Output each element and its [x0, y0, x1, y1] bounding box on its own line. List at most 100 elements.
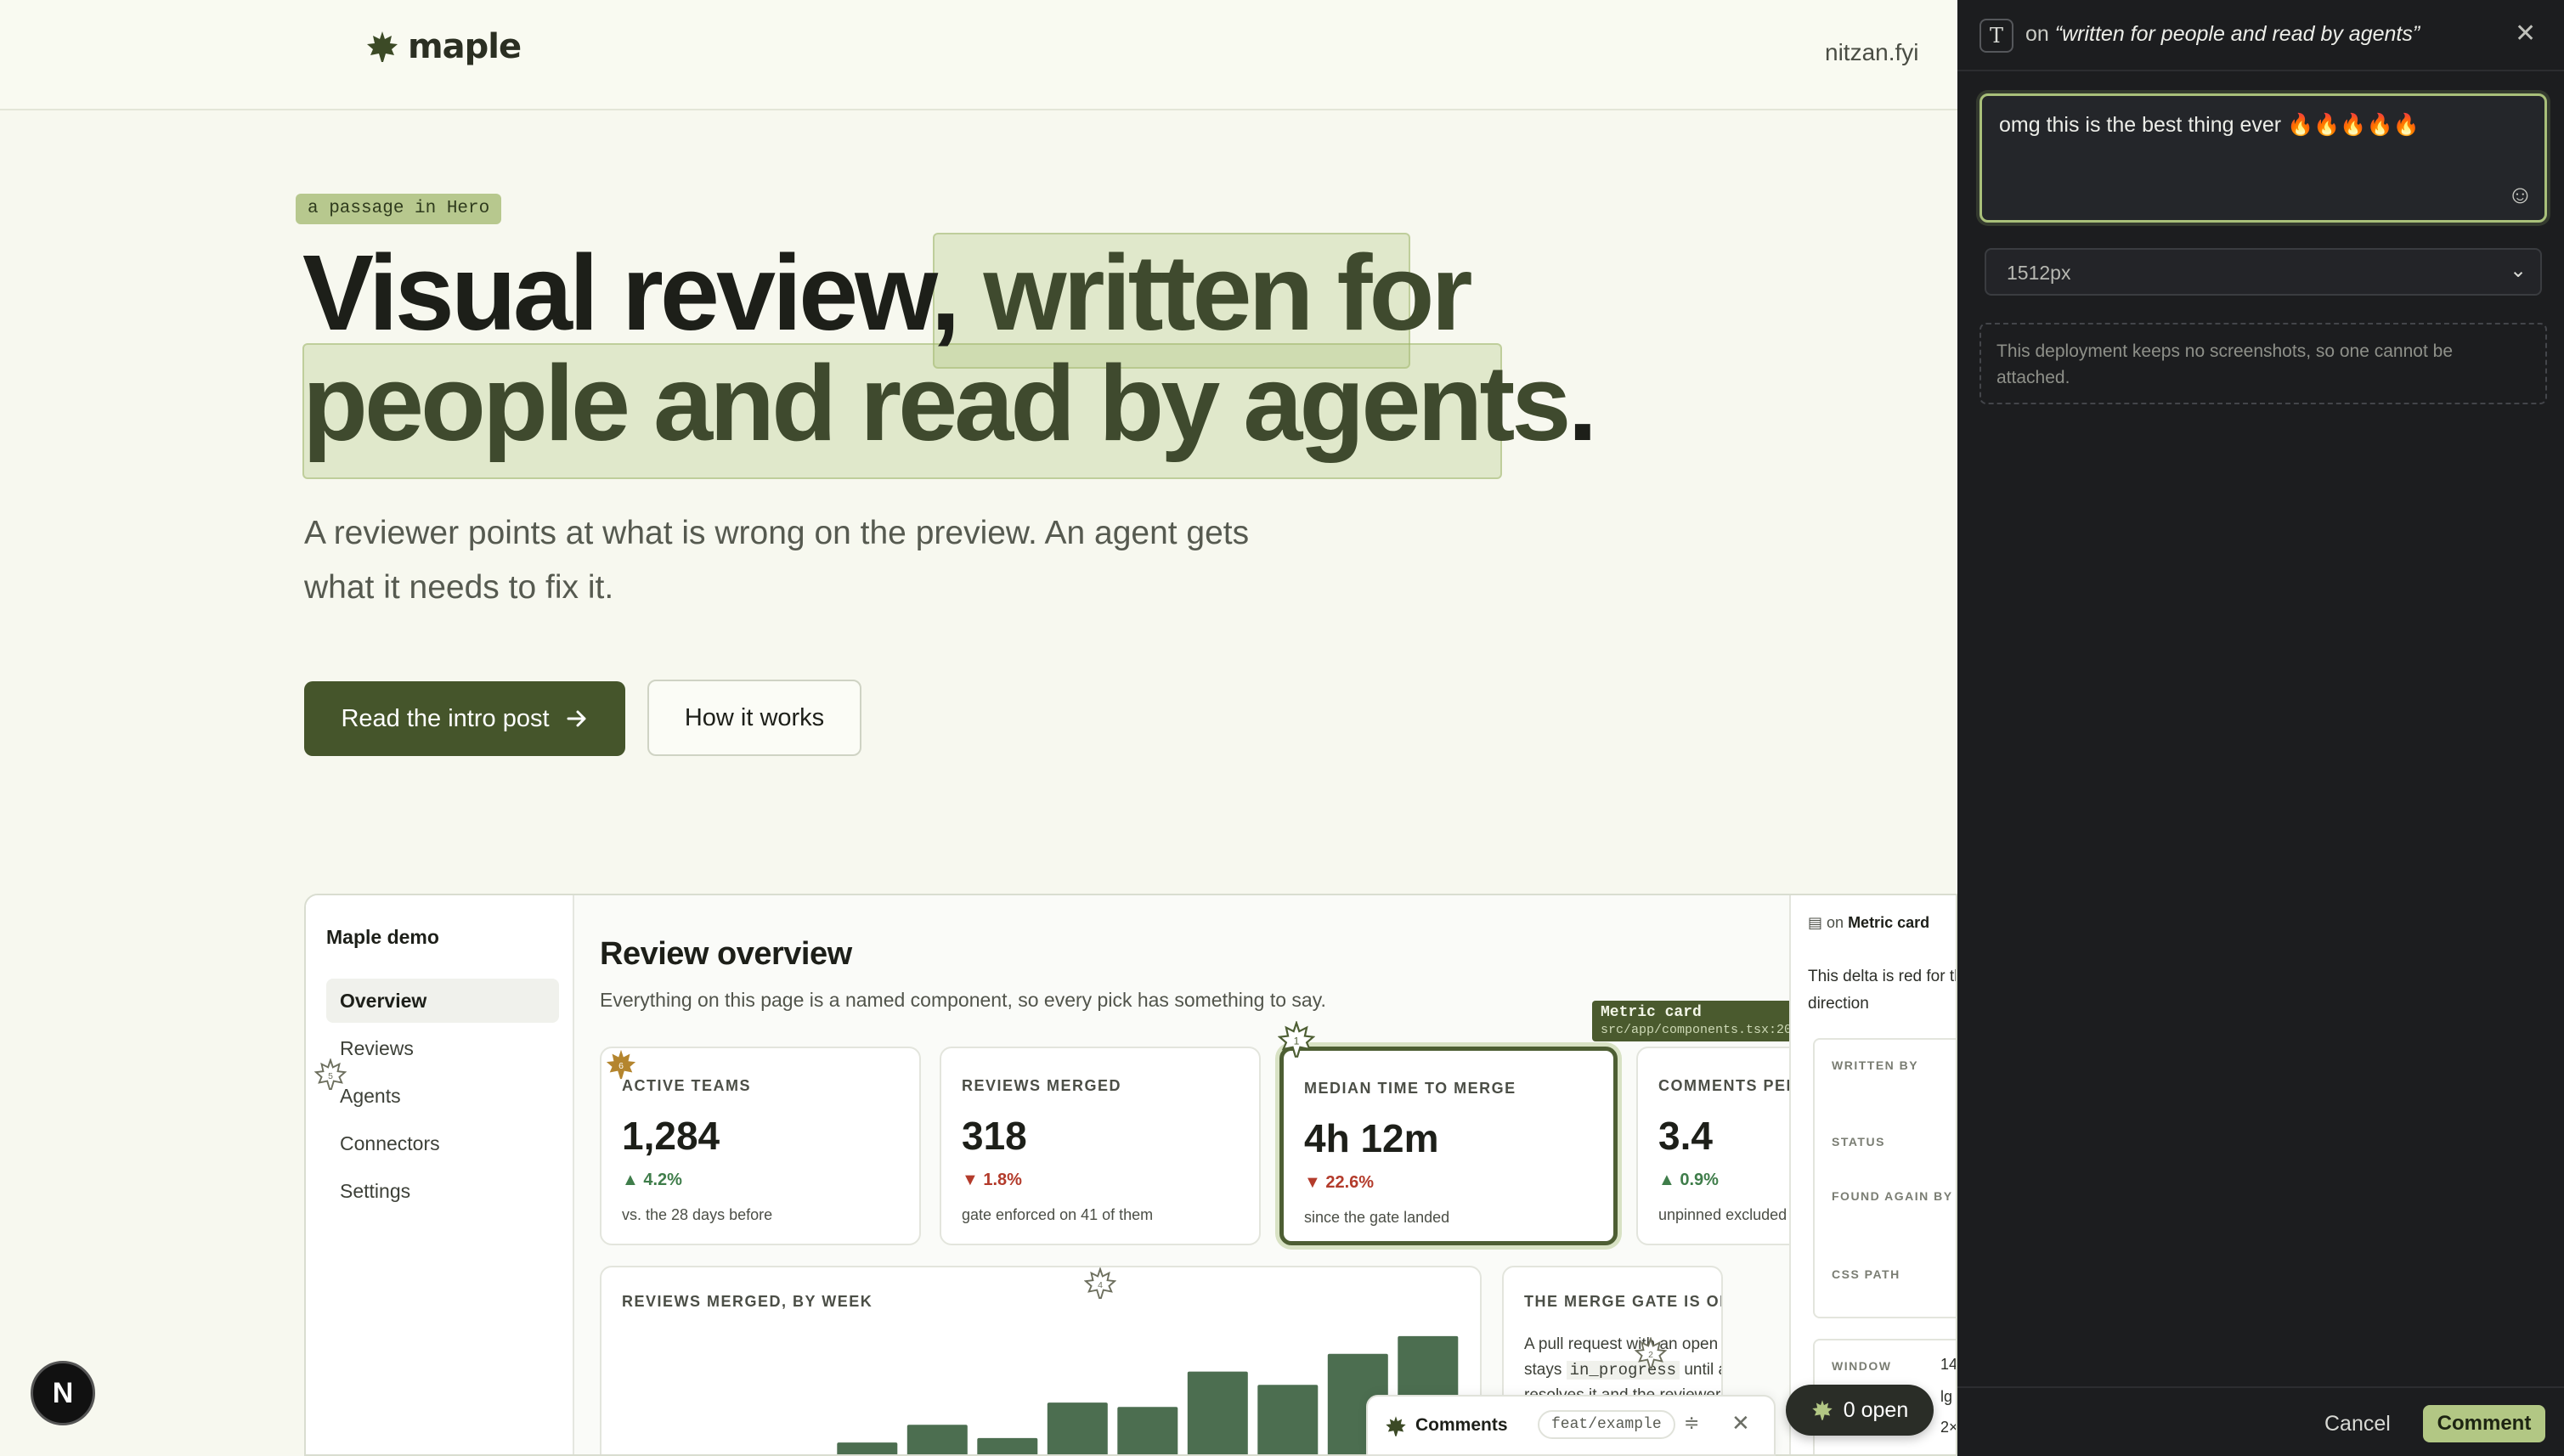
no-screenshot-notice: This deployment keeps no screenshots, so…	[1979, 323, 2547, 404]
how-it-works-button[interactable]: How it works	[647, 680, 861, 756]
comment-marker-4[interactable]: 4	[1083, 1266, 1117, 1304]
triangle-down-icon: ▼	[1304, 1173, 1326, 1192]
hero-title-plain: Visual review,	[302, 233, 984, 353]
viewport-select-value: 1512px	[2007, 262, 2071, 284]
metric-note: unpinned excluded	[1658, 1206, 1787, 1223]
nav-item-reviews[interactable]: Reviews	[326, 1026, 559, 1070]
metric-note: vs. the 28 days before	[622, 1206, 773, 1223]
settings-sliders-icon[interactable]: ≑	[1684, 1412, 1699, 1434]
metric-card-active-teams[interactable]: ACTIVE TEAMS 1,284 ▲ 4.2% vs. the 28 day…	[600, 1047, 921, 1245]
marker-number: 4	[1098, 1281, 1103, 1290]
emoji-icon[interactable]: ☺	[2507, 181, 2533, 210]
hero-title-highlight-1: written for	[983, 233, 1473, 353]
overview-subtitle: Everything on this page is a named compo…	[600, 989, 1326, 1011]
nav-item-connectors[interactable]: Connectors	[326, 1121, 559, 1165]
chart-bar	[977, 1437, 1038, 1454]
chart-bar	[906, 1425, 968, 1454]
metric-delta-value: 4.2%	[643, 1171, 682, 1189]
maple-leaf-icon: 5	[313, 1057, 347, 1091]
comment-text: omg this is the best thing ever 🔥🔥🔥🔥🔥	[1999, 113, 2420, 137]
metric-label: COMMENTS PER	[1658, 1077, 1799, 1094]
next-dev-badge[interactable]: N	[31, 1361, 95, 1425]
metric-delta: ▼ 22.6%	[1304, 1173, 1374, 1193]
composer-quoted-text: “written for people and read by agents”	[2054, 22, 2420, 46]
tooltip-title: Metric card	[1601, 1004, 1702, 1021]
marker-number: 5	[328, 1072, 333, 1081]
inner-comment-panel: ▤ on Metric card This delta is red for t…	[1789, 895, 1957, 1454]
chart-bar	[837, 1442, 898, 1454]
chart-title: REVIEWS MERGED, BY WEEK	[622, 1293, 873, 1310]
branch-pill: feat/example	[1538, 1410, 1675, 1439]
triangle-up-icon: ▲	[1658, 1171, 1680, 1189]
inner-comment-text: This delta is red for the good direction	[1808, 968, 1956, 1013]
comment-marker-6[interactable]: 6	[605, 1048, 637, 1085]
maple-logo[interactable]: maple	[365, 27, 522, 66]
maple-leaf-icon: 1	[1277, 1019, 1316, 1058]
hero-title[interactable]: Visual review, written for people and rea…	[302, 238, 1628, 459]
metric-delta-value: 0.9%	[1680, 1171, 1719, 1189]
metric-value: 1,284	[622, 1114, 720, 1158]
marker-number: 6	[618, 1062, 624, 1071]
metric-note: gate enforced on 41 of them	[962, 1206, 1154, 1223]
meta-css-path: CSS PATH	[1832, 1267, 1900, 1281]
submit-comment-button[interactable]: Comment	[2423, 1405, 2545, 1442]
maple-leaf-icon: 4	[1083, 1266, 1117, 1300]
demo-window: Maple demo Overview Reviews Agents Conne…	[304, 894, 1957, 1456]
cancel-button[interactable]: Cancel	[2324, 1412, 2391, 1436]
metric-delta-value: 22.6%	[1325, 1173, 1375, 1192]
triangle-down-icon: ▼	[962, 1171, 984, 1189]
chart-bar	[1047, 1402, 1108, 1454]
composer-header: T on “written for people and read by age…	[1957, 0, 2564, 71]
chart-bar	[1117, 1407, 1178, 1454]
metric-value: 318	[962, 1114, 1027, 1158]
marker-number: 2	[1648, 1351, 1653, 1360]
meta-window-value: 14	[1940, 1356, 1957, 1373]
viewport-select[interactable]: 1512px ⌄	[1985, 248, 2542, 296]
comments-bar[interactable]: Comments feat/example ≑ ✕	[1366, 1395, 1776, 1456]
reviews-by-week-chart[interactable]: REVIEWS MERGED, BY WEEK	[600, 1266, 1482, 1454]
nav-item-agents[interactable]: Agents	[326, 1074, 559, 1118]
open-comments-pill[interactable]: 0 open	[1786, 1385, 1934, 1436]
read-intro-button[interactable]: Read the intro post	[304, 681, 625, 756]
metric-delta: ▲ 4.2%	[622, 1171, 682, 1190]
metric-label: ACTIVE TEAMS	[622, 1077, 752, 1094]
nav-item-settings[interactable]: Settings	[326, 1169, 559, 1213]
open-count: 0 open	[1843, 1397, 1909, 1422]
metric-label: REVIEWS MERGED	[962, 1077, 1122, 1094]
inner-on-label: on	[1827, 914, 1844, 931]
close-icon[interactable]: ✕	[2515, 19, 2536, 48]
marker-number: 1	[1294, 1036, 1300, 1047]
maple-leaf-icon	[1812, 1400, 1833, 1420]
metric-label: MEDIAN TIME TO MERGE	[1304, 1080, 1516, 1097]
tooltip-path: src/app/components.tsx:20:5	[1601, 1023, 1808, 1037]
metric-card-median-time-selected[interactable]: MEDIAN TIME TO MERGE 4h 12m ▼ 22.6% sinc…	[1279, 1047, 1618, 1245]
composer-on-label: on	[2025, 22, 2049, 46]
metric-delta-value: 1.8%	[983, 1171, 1022, 1189]
read-intro-label: Read the intro post	[341, 704, 550, 732]
metric-delta: ▲ 0.9%	[1658, 1171, 1719, 1190]
overview-title: Review overview	[600, 936, 852, 972]
close-icon[interactable]: ✕	[1731, 1410, 1750, 1436]
composer-footer: Cancel Comment	[1957, 1386, 2564, 1456]
component-tooltip: Metric card src/app/components.tsx:20:5	[1592, 1001, 1807, 1041]
hero-title-highlight-2: people and read by agents	[302, 343, 1571, 463]
comment-marker-5[interactable]: 5	[313, 1057, 347, 1095]
hero-title-end: .	[1567, 343, 1597, 463]
demo-sidebar: Maple demo Overview Reviews Agents Conne…	[306, 895, 574, 1454]
demo-app-name: Maple demo	[326, 926, 439, 948]
inner-target: Metric card	[1848, 914, 1930, 931]
metric-value: 4h 12m	[1304, 1116, 1439, 1160]
site-link[interactable]: nitzan.fyi	[1825, 39, 1919, 66]
metric-value: 3.4	[1658, 1114, 1713, 1158]
nav-item-overview[interactable]: Overview	[326, 979, 559, 1023]
chevron-down-icon: ⌄	[2510, 259, 2527, 282]
metric-card-reviews-merged[interactable]: REVIEWS MERGED 318 ▼ 1.8% gate enforced …	[940, 1047, 1261, 1245]
chart-bar	[1257, 1385, 1319, 1454]
comment-marker-1[interactable]: 1	[1277, 1019, 1316, 1063]
comment-textarea[interactable]: omg this is the best thing ever 🔥🔥🔥🔥🔥 ☺	[1979, 93, 2547, 223]
comment-marker-2[interactable]: 2	[1634, 1335, 1668, 1374]
maple-leaf-icon	[1386, 1416, 1406, 1436]
meta-found-again-by: FOUND AGAIN BY	[1832, 1189, 1953, 1203]
triangle-up-icon: ▲	[622, 1171, 644, 1189]
maple-leaf-icon: 2	[1634, 1335, 1668, 1369]
